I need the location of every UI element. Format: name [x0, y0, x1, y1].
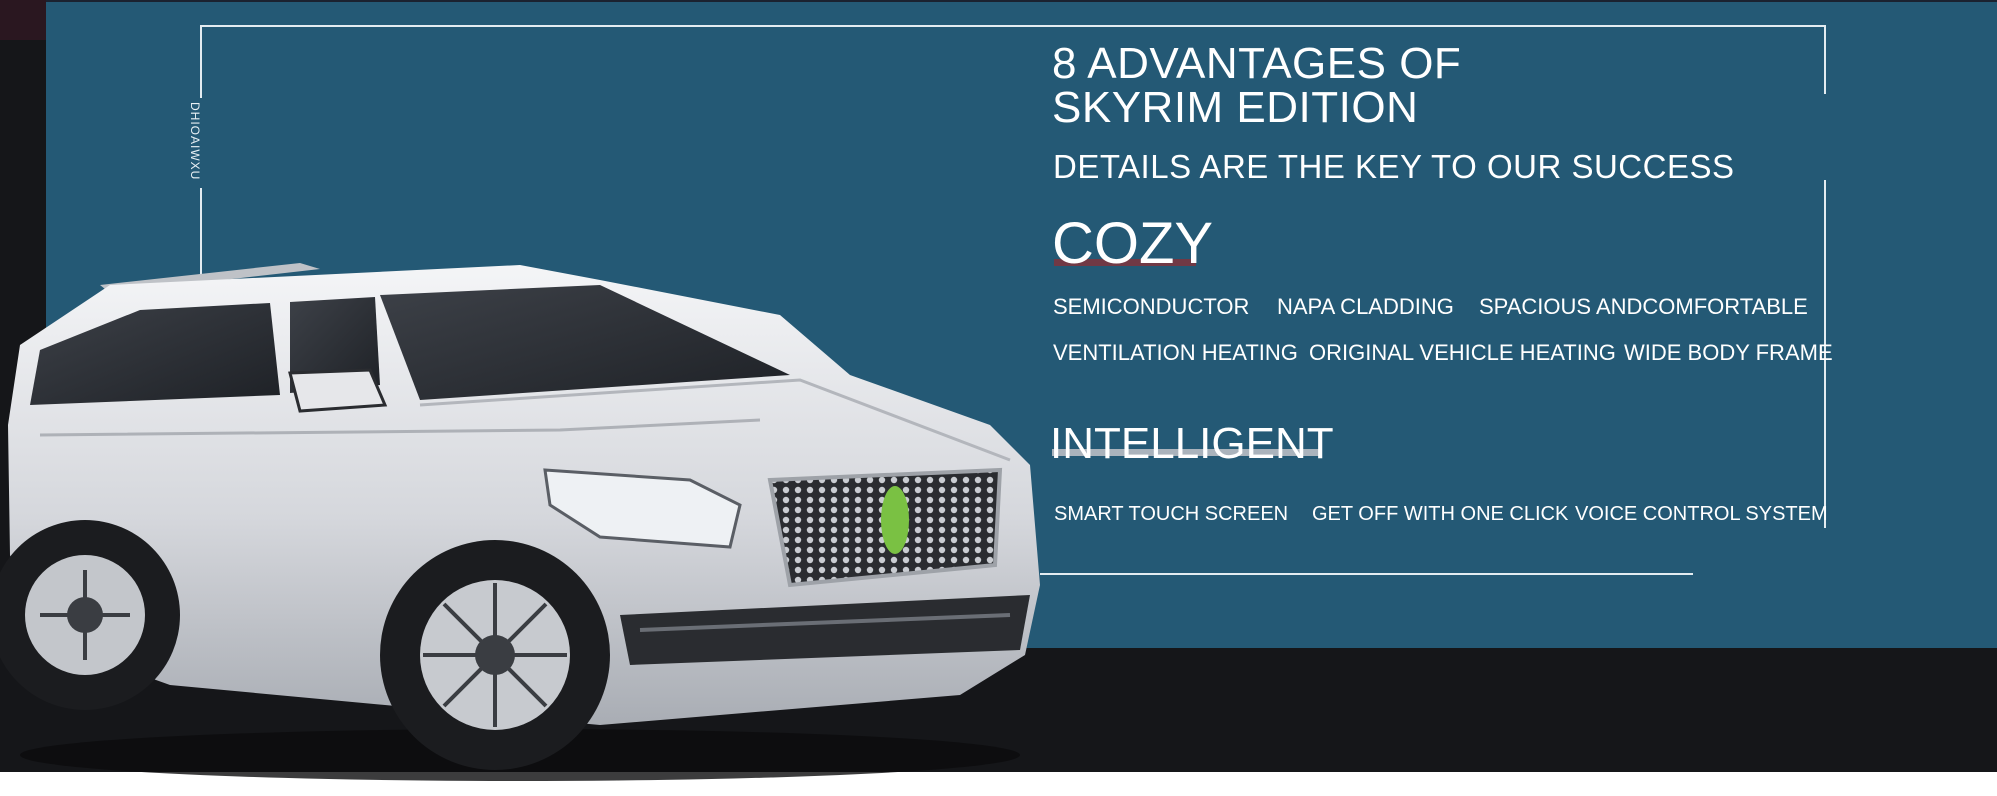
frame-right-line-upper	[1824, 25, 1826, 94]
page-title: 8 ADVANTAGES OF SKYRIM EDITION	[1052, 42, 1461, 130]
feature-wide-body-frame: WIDE BODY FRAME	[1624, 340, 1833, 365]
cozy-heading: COZY	[1052, 215, 1213, 273]
cozy-heading-text: COZY	[1052, 211, 1214, 276]
corner-accent	[0, 0, 46, 40]
feature-spacious: SPACIOUS ANDCOMFORTABLE	[1479, 294, 1808, 319]
tagline: DETAILS ARE THE KEY TO OUR SUCCESS	[1053, 148, 1735, 185]
feature-original-vehicle-heating: ORIGINAL VEHICLE HEATING	[1309, 340, 1616, 365]
feature-smart-touch-screen: SMART TOUCH SCREEN	[1054, 503, 1289, 525]
vertical-brand-label: DHIOAIWXU	[188, 102, 202, 181]
frame-bottom-line	[1040, 573, 1693, 575]
feature-voice-control: VOICE CONTROL SYSTEM	[1575, 503, 1828, 525]
frame-left-line-upper	[200, 25, 202, 98]
feature-get-off-one-click: GET OFF WITH ONE CLICK	[1312, 503, 1569, 525]
feature-napa-cladding: NAPA CLADDING	[1277, 294, 1454, 319]
intelligent-heading-text: INTELLIGENT	[1050, 419, 1334, 468]
feature-ventilation-heating: VENTILATION HEATING	[1053, 340, 1298, 365]
feature-semiconductor: SEMICONDUCTOR	[1053, 294, 1250, 319]
title-line-2: SKYRIM EDITION	[1052, 83, 1419, 132]
suv-car-image	[0, 263, 1040, 781]
title-line-1: 8 ADVANTAGES OF	[1052, 39, 1462, 88]
intelligent-heading: INTELLIGENT	[1050, 422, 1334, 466]
frame-top-line	[200, 25, 1826, 27]
